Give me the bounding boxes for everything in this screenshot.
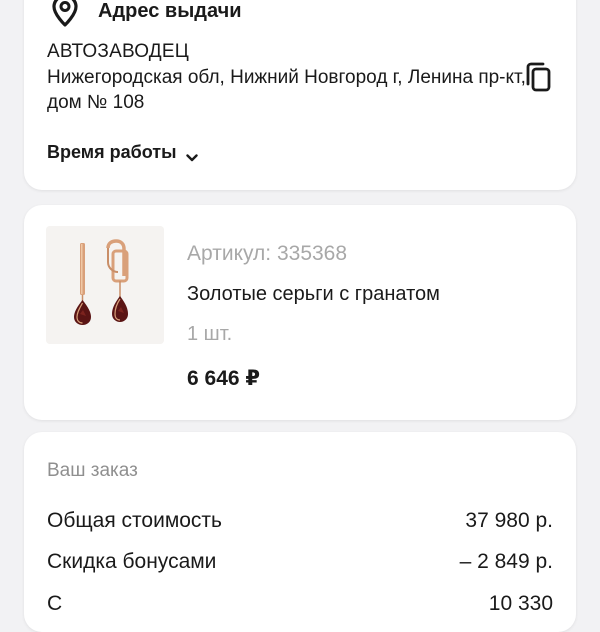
store-name: АВТОЗАВОДЕЦ bbox=[47, 41, 189, 62]
order-row-value: 37 980 р. bbox=[465, 509, 553, 532]
product-name[interactable]: Золотые серьги с гранатом bbox=[187, 283, 440, 306]
product-card[interactable]: Артикул: 335368 Золотые серьги с гранато… bbox=[24, 205, 576, 420]
order-row-label: Общая стоимость bbox=[47, 509, 222, 532]
working-hours-toggle[interactable]: Время работы bbox=[47, 142, 199, 163]
order-row-bonus-discount: Скидка бонусами – 2 849 р. bbox=[47, 550, 553, 574]
order-row-value: 10 330 bbox=[488, 592, 553, 615]
product-quantity: 1 шт. bbox=[187, 323, 233, 345]
product-price: 6 646 ₽ bbox=[187, 367, 260, 390]
copy-icon[interactable] bbox=[524, 62, 552, 92]
location-pin-icon bbox=[52, 0, 78, 28]
product-article: Артикул: 335368 bbox=[187, 242, 348, 265]
working-hours-label: Время работы bbox=[47, 142, 177, 162]
order-summary-title: Ваш заказ bbox=[47, 460, 138, 481]
order-row-partial: С 10 330 bbox=[47, 592, 553, 616]
chevron-down-icon bbox=[186, 149, 199, 161]
store-address: Нижегородская обл, Нижний Новгород г, Ле… bbox=[47, 67, 526, 113]
order-summary-card: Ваш заказ Общая стоимость 37 980 р. Скид… bbox=[24, 432, 576, 632]
pickup-title: Адрес выдачи bbox=[98, 0, 242, 22]
product-image[interactable] bbox=[46, 226, 164, 344]
order-row-label: Скидка бонусами bbox=[47, 550, 217, 573]
order-row-total: Общая стоимость 37 980 р. bbox=[47, 509, 553, 533]
pickup-address-card: Адрес выдачи АВТОЗАВОДЕЦ Нижегородская о… bbox=[24, 0, 576, 190]
order-row-label: С bbox=[47, 592, 63, 615]
order-row-value: – 2 849 р. bbox=[459, 550, 553, 573]
pickup-header: Адрес выдачи bbox=[52, 0, 242, 28]
